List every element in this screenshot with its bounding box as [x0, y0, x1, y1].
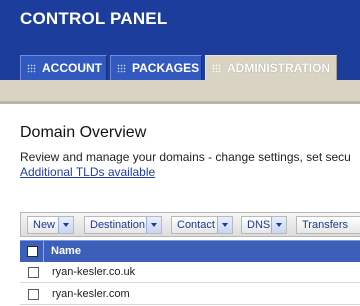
dropdown-arrow-icon[interactable]: [146, 217, 161, 233]
app-title: CONTROL PANEL: [20, 9, 168, 28]
sub-nav-band: [0, 80, 360, 101]
button-label: Destination: [90, 219, 146, 231]
row-checkbox[interactable]: [28, 267, 39, 278]
tab-label: PACKAGES: [132, 61, 200, 75]
dns-button[interactable]: DNS: [241, 216, 287, 234]
select-all-checkbox[interactable]: [27, 246, 38, 257]
contact-button[interactable]: Contact: [171, 216, 233, 234]
row-checkbox[interactable]: [28, 289, 39, 300]
button-label: Transfers: [302, 219, 349, 231]
main-tabs: ACCOUNT PACKAGES ADMINISTRATION: [0, 55, 360, 80]
table-row[interactable]: ryan-kesler.co.uk: [20, 262, 360, 283]
domain-name[interactable]: ryan-kesler.com: [52, 288, 130, 300]
transfers-button[interactable]: Transfers: [296, 216, 360, 234]
button-label: Contact: [177, 219, 215, 231]
dropdown-arrow-icon[interactable]: [271, 217, 286, 233]
column-divider: [43, 241, 44, 262]
tab-packages[interactable]: PACKAGES: [110, 55, 202, 80]
grip-icon: [27, 63, 36, 73]
page-description: Review and manage your domains - change …: [20, 150, 351, 164]
new-button[interactable]: New: [27, 216, 74, 234]
table-row[interactable]: ryan-kesler.com: [20, 284, 360, 305]
page-title: Domain Overview: [20, 124, 147, 141]
grid-header: Name: [20, 240, 360, 262]
divider: [0, 101, 360, 104]
tab-account[interactable]: ACCOUNT: [20, 55, 107, 80]
dropdown-arrow-icon[interactable]: [217, 217, 232, 233]
destination-button[interactable]: Destination: [84, 216, 162, 234]
domain-name[interactable]: ryan-kesler.co.uk: [52, 266, 135, 278]
additional-tlds-link[interactable]: Additional TLDs available: [20, 165, 155, 179]
grip-icon: [117, 63, 126, 73]
column-header-name[interactable]: Name: [51, 245, 81, 257]
grip-icon: [212, 63, 221, 73]
domain-toolbar: New Destination Contact DNS Transfers: [20, 212, 360, 237]
button-label: DNS: [247, 219, 271, 231]
button-label: New: [33, 219, 56, 231]
app-header: CONTROL PANEL ACCOUNT PACKAGES ADMINISTR…: [0, 0, 360, 80]
dropdown-arrow-icon[interactable]: [58, 217, 73, 233]
tab-administration[interactable]: ADMINISTRATION: [205, 55, 337, 80]
tab-label: ADMINISTRATION: [227, 61, 331, 75]
tab-label: ACCOUNT: [42, 61, 102, 75]
